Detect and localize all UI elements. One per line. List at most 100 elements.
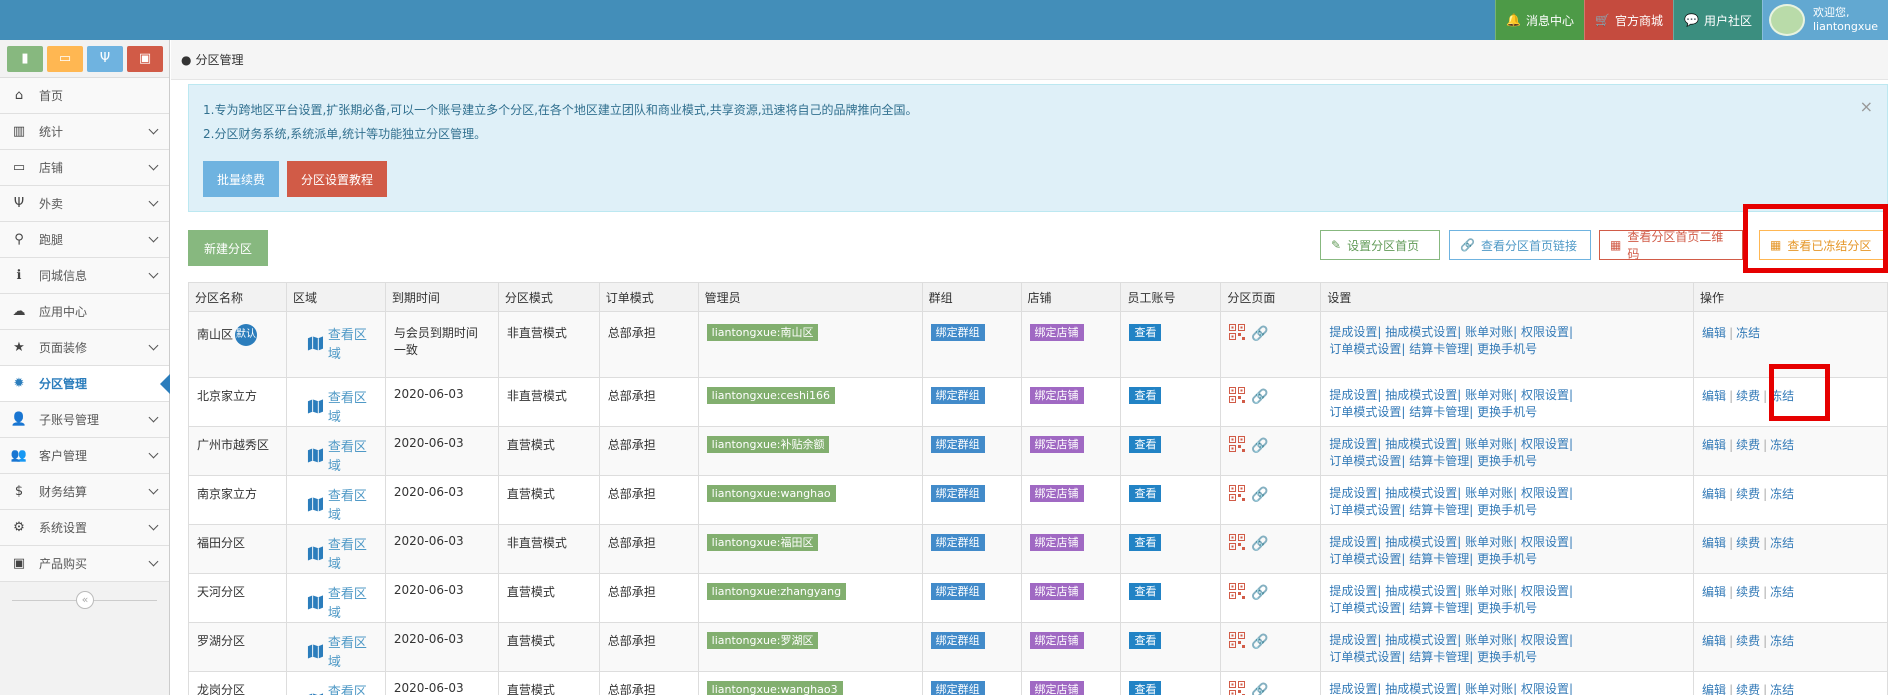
sidebar-item[interactable]: ✹ 分区管理 xyxy=(0,366,170,402)
pencil-shortcut-button[interactable]: ▭ xyxy=(47,45,83,72)
close-icon[interactable]: × xyxy=(1860,97,1873,116)
qrcode-button[interactable] xyxy=(1229,632,1246,651)
link-icon[interactable]: 🔗 xyxy=(1251,585,1268,601)
settings-links-line2[interactable]: 订单模式设置| 结算卡管理| 更换手机号 xyxy=(1329,453,1685,470)
view-region-link[interactable]: 查看区域 xyxy=(295,485,377,523)
view-region-link[interactable]: 查看区域 xyxy=(295,534,377,572)
sidebar-item[interactable]: 👤 子账号管理 xyxy=(0,402,169,438)
renew-link[interactable]: 续费 xyxy=(1736,487,1760,501)
bind-shop-button[interactable]: 绑定店铺 xyxy=(1029,583,1084,600)
bind-shop-button[interactable]: 绑定店铺 xyxy=(1029,632,1084,649)
chart-shortcut-button[interactable]: ▮ xyxy=(7,45,43,72)
view-staff-button[interactable]: 查看 xyxy=(1129,387,1162,404)
bind-shop-button[interactable]: 绑定店铺 xyxy=(1029,324,1084,341)
sidebar-item[interactable]: ⌂ 首页 xyxy=(0,78,169,114)
view-region-link[interactable]: 查看区域 xyxy=(295,324,377,362)
sidebar-item[interactable]: ▥ 统计 xyxy=(0,114,169,150)
bind-shop-button[interactable]: 绑定店铺 xyxy=(1029,485,1084,502)
settings-links-line2[interactable]: 订单模式设置| 结算卡管理| 更换手机号 xyxy=(1329,341,1685,358)
sidebar-item[interactable]: Ψ 外卖 xyxy=(0,186,169,222)
freeze-link[interactable]: 冻结 xyxy=(1770,634,1794,648)
sidebar-item[interactable]: ▭ 店铺 xyxy=(0,150,169,186)
bind-group-button[interactable]: 绑定群组 xyxy=(930,583,985,600)
view-staff-button[interactable]: 查看 xyxy=(1129,583,1162,600)
settings-links-line1[interactable]: 提成设置| 抽成模式设置| 账单对账| 权限设置| xyxy=(1329,681,1685,695)
admin-tag[interactable]: liantongxue:wanghao xyxy=(706,485,836,502)
link-icon[interactable]: 🔗 xyxy=(1251,487,1268,503)
sidebar-item[interactable]: ⚙ 系统设置 xyxy=(0,510,169,546)
collapse-sidebar-button[interactable]: « xyxy=(76,591,94,609)
sidebar-item[interactable]: 👥 客户管理 xyxy=(0,438,169,474)
bind-group-button[interactable]: 绑定群组 xyxy=(930,632,985,649)
sidebar-item[interactable]: ★ 页面装修 xyxy=(0,330,169,366)
freeze-link[interactable]: 冻结 xyxy=(1736,326,1760,340)
settings-links-line2[interactable]: 订单模式设置| 结算卡管理| 更换手机号 xyxy=(1329,551,1685,568)
link-icon[interactable]: 🔗 xyxy=(1251,438,1268,454)
bind-group-button[interactable]: 绑定群组 xyxy=(930,436,985,453)
sidebar-item[interactable]: ▣ 产品购买 xyxy=(0,546,169,582)
edit-link[interactable]: 编辑 xyxy=(1702,634,1726,648)
view-link-button[interactable]: 🔗 查看分区首页链接 xyxy=(1449,230,1591,260)
edit-link[interactable]: 编辑 xyxy=(1702,389,1726,403)
messages-link[interactable]: 🔔 消息中心 xyxy=(1495,0,1585,40)
bind-shop-button[interactable]: 绑定店铺 xyxy=(1029,387,1084,404)
shop-link[interactable]: 🛒 官方商城 xyxy=(1584,0,1674,40)
edit-link[interactable]: 编辑 xyxy=(1702,536,1726,550)
qrcode-button[interactable] xyxy=(1229,485,1246,504)
user-menu[interactable]: 欢迎您, liantongxue xyxy=(1762,0,1888,40)
link-icon[interactable]: 🔗 xyxy=(1251,536,1268,552)
renew-link[interactable]: 续费 xyxy=(1736,536,1760,550)
sidebar-item[interactable]: $ 财务结算 xyxy=(0,474,169,510)
admin-tag[interactable]: liantongxue:zhangyang xyxy=(706,583,847,600)
settings-links-line1[interactable]: 提成设置| 抽成模式设置| 账单对账| 权限设置| xyxy=(1329,583,1685,600)
bind-shop-button[interactable]: 绑定店铺 xyxy=(1029,681,1084,695)
bind-group-button[interactable]: 绑定群组 xyxy=(930,324,985,341)
admin-tag[interactable]: liantongxue:福田区 xyxy=(706,534,819,551)
new-partition-button[interactable]: 新建分区 xyxy=(188,230,268,266)
settings-links-line1[interactable]: 提成设置| 抽成模式设置| 账单对账| 权限设置| xyxy=(1329,324,1685,341)
bind-group-button[interactable]: 绑定群组 xyxy=(930,534,985,551)
link-icon[interactable]: 🔗 xyxy=(1251,634,1268,650)
settings-links-line2[interactable]: 订单模式设置| 结算卡管理| 更换手机号 xyxy=(1329,502,1685,519)
cogs-shortcut-button[interactable]: ▣ xyxy=(127,45,163,72)
settings-links-line1[interactable]: 提成设置| 抽成模式设置| 账单对账| 权限设置| xyxy=(1329,534,1685,551)
link-icon[interactable]: 🔗 xyxy=(1251,389,1268,405)
sidebar-item[interactable]: ℹ 同城信息 xyxy=(0,258,169,294)
settings-links-line1[interactable]: 提成设置| 抽成模式设置| 账单对账| 权限设置| xyxy=(1329,387,1685,404)
renew-link[interactable]: 续费 xyxy=(1736,438,1760,452)
qrcode-button[interactable] xyxy=(1229,534,1246,553)
edit-link[interactable]: 编辑 xyxy=(1702,585,1726,599)
renew-link[interactable]: 续费 xyxy=(1736,634,1760,648)
view-region-link[interactable]: 查看区域 xyxy=(295,436,377,474)
tutorial-button[interactable]: 分区设置教程 xyxy=(287,161,388,197)
edit-link[interactable]: 编辑 xyxy=(1702,438,1726,452)
qrcode-button[interactable] xyxy=(1229,324,1246,343)
admin-tag[interactable]: liantongxue:罗湖区 xyxy=(706,632,819,649)
users-shortcut-button[interactable]: Ψ xyxy=(87,45,123,72)
view-staff-button[interactable]: 查看 xyxy=(1129,436,1162,453)
qrcode-button[interactable] xyxy=(1229,583,1246,602)
bind-group-button[interactable]: 绑定群组 xyxy=(930,485,985,502)
view-staff-button[interactable]: 查看 xyxy=(1129,534,1162,551)
view-region-link[interactable]: 查看区域 xyxy=(295,387,377,425)
settings-links-line2[interactable]: 订单模式设置| 结算卡管理| 更换手机号 xyxy=(1329,600,1685,617)
settings-links-line2[interactable]: 订单模式设置| 结算卡管理| 更换手机号 xyxy=(1329,649,1685,666)
qrcode-button[interactable] xyxy=(1229,436,1246,455)
settings-links-line1[interactable]: 提成设置| 抽成模式设置| 账单对账| 权限设置| xyxy=(1329,485,1685,502)
set-home-button[interactable]: ✎ 设置分区首页 xyxy=(1320,230,1440,260)
batch-renew-button[interactable]: 批量续费 xyxy=(203,161,280,197)
settings-links-line2[interactable]: 订单模式设置| 结算卡管理| 更换手机号 xyxy=(1329,404,1685,421)
view-region-link[interactable]: 查看区域 xyxy=(295,632,377,670)
edit-link[interactable]: 编辑 xyxy=(1702,487,1726,501)
view-staff-button[interactable]: 查看 xyxy=(1129,632,1162,649)
view-region-link[interactable]: 查看区域 xyxy=(295,681,377,695)
freeze-link[interactable]: 冻结 xyxy=(1770,438,1794,452)
view-qrcode-button[interactable]: ▦ 查看分区首页二维码 xyxy=(1599,230,1743,261)
renew-link[interactable]: 续费 xyxy=(1736,683,1760,695)
sidebar-item[interactable]: ☁ 应用中心 xyxy=(0,294,169,330)
bind-group-button[interactable]: 绑定群组 xyxy=(930,387,985,404)
freeze-link[interactable]: 冻结 xyxy=(1770,683,1794,695)
qrcode-button[interactable] xyxy=(1229,681,1246,695)
edit-link[interactable]: 编辑 xyxy=(1702,683,1726,695)
admin-tag[interactable]: liantongxue:ceshi166 xyxy=(706,387,836,404)
